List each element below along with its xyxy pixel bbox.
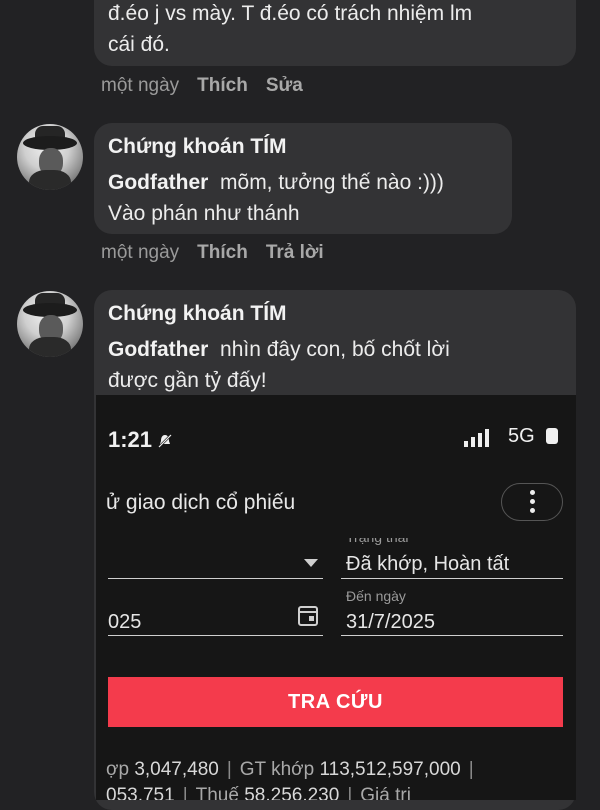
status-field-value[interactable]: Đã khớp, Hoàn tất [346,553,509,576]
to-date-label: Đến ngày [346,588,406,604]
comment-time: một ngày [101,75,180,96]
field-underline [108,635,323,636]
bell-muted-icon [158,434,172,448]
summary-value: 58,256,230 [244,785,340,800]
comment-bubble-1: đ.éo j vs mày. T đ.éo có trách nhiệm lm … [94,0,576,66]
comment-author[interactable]: Chứng khoán TÍM [108,302,287,326]
status-time-text: 1:21 [108,427,153,452]
summary-value: 113,512,597,000 [319,759,461,780]
like-button[interactable]: Thích [197,75,248,96]
avatar[interactable] [17,124,83,190]
field-underline [108,578,323,579]
kebab-menu-icon[interactable] [501,483,563,521]
comment-author[interactable]: Chứng khoán TÍM [108,135,287,159]
summary-line-2: 053,751 | Thuế 58,256,230 | Giá trị [106,785,411,800]
comment-text-line1: Godfather nhìn đây con, bố chốt lời [108,334,450,365]
summary-label: Giá trị [360,785,411,800]
comment-bubble-2: Chứng khoán TÍM Godfather mõm, tưởng thế… [94,123,512,234]
signal-icon [464,429,492,447]
comment-text-line1: Godfather mõm, tưởng thế nào :))) [108,167,444,198]
summary-label: ợp [106,759,130,780]
comment-text-line2: được gần tỷ đấy! [108,369,267,392]
search-button[interactable]: TRA CỨU [108,677,563,727]
summary-value: 3,047,480 [134,759,219,780]
page-title: ử giao dịch cổ phiếu [106,491,296,514]
field-underline [341,578,563,579]
from-date-value[interactable]: 025 [108,611,141,634]
comment-text-line1: đ.éo j vs mày. T đ.éo có trách nhiệm lm [108,2,473,25]
comment-text-line2: cái đó. [108,33,170,56]
edit-button[interactable]: Sửa [266,75,303,96]
summary-label: Thuế [195,785,239,800]
summary-value: 053,751 [106,785,175,800]
like-button[interactable]: Thích [197,242,248,263]
calendar-icon[interactable] [298,606,318,626]
summary-label: GT khớp [239,759,315,780]
comment-meta-1: một ngày Thích Sửa [101,75,303,97]
comment-text-line2: Vào phán như thánh [108,202,300,225]
mention-link[interactable]: Godfather [108,171,208,194]
status-field-label: Trạng thái [346,529,409,545]
comment-meta-2: một ngày Thích Trả lời [101,242,324,264]
network-label: 5G [508,425,535,447]
battery-icon [546,428,558,444]
comment-text: mõm, tưởng thế nào :))) [220,171,444,194]
to-date-value[interactable]: 31/7/2025 [346,611,435,634]
field-underline [341,635,563,636]
mention-link[interactable]: Godfather [108,338,208,361]
status-time: 1:21 [108,427,172,453]
comment-text: nhìn đây con, bố chốt lời [220,338,450,361]
avatar[interactable] [17,291,83,357]
chevron-down-icon[interactable] [304,559,318,567]
reply-button[interactable]: Trả lời [266,242,324,263]
summary-line-1: ợp 3,047,480 | GT khớp 113,512,597,000 | [106,759,474,780]
attached-screenshot[interactable]: 1:21 5G ử giao dịch cổ phiếu Trạng thái … [96,395,576,800]
comment-time: một ngày [101,242,180,263]
